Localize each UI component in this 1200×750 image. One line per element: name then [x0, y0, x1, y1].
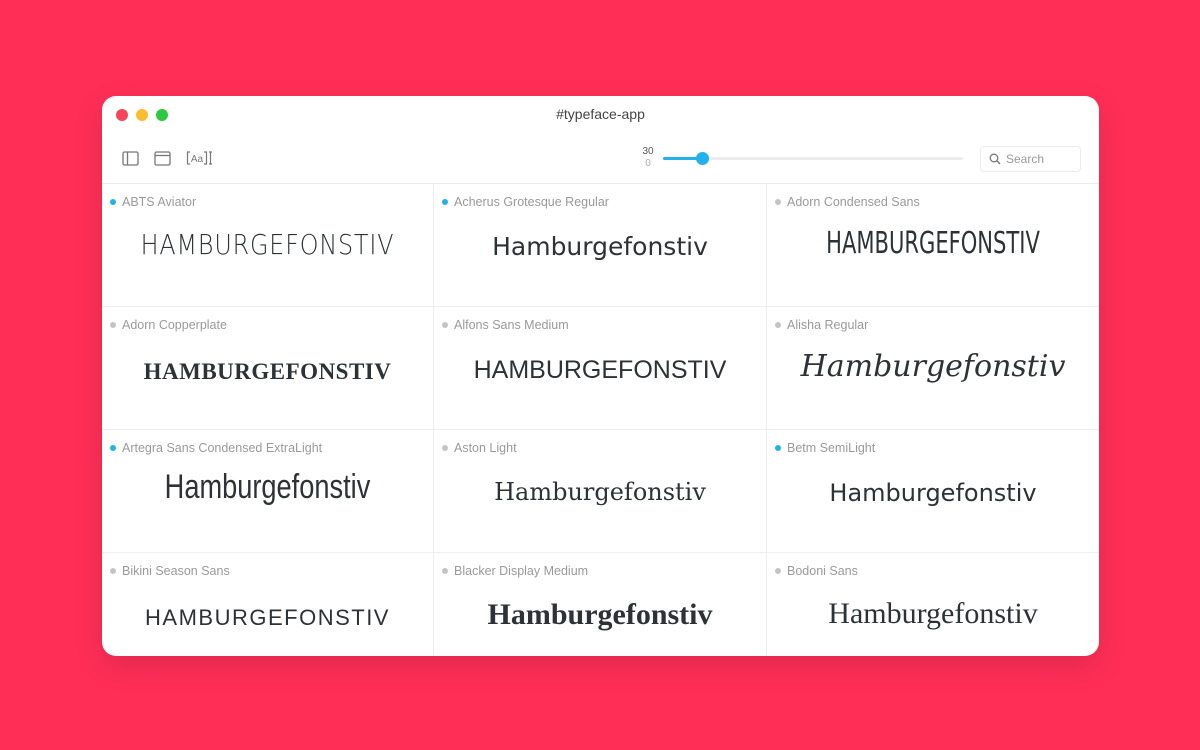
font-sample: Hamburgefonstiv	[829, 479, 1037, 507]
font-card[interactable]: Acherus Grotesque Regular Hamburgefonstiv	[434, 184, 767, 307]
inactive-dot-icon	[775, 322, 781, 328]
inactive-dot-icon	[442, 322, 448, 328]
window-icon[interactable]	[154, 150, 172, 166]
font-card[interactable]: Alisha Regular Hamburgefonstiv	[767, 307, 1099, 430]
font-sample: HAMBURGEFONSTIV	[143, 359, 392, 384]
font-name-label: Bikini Season Sans	[122, 564, 230, 578]
font-grid: ABTS Aviator HAMBURGEFONSTIV Acherus Grote…	[102, 184, 1099, 656]
slider-value-label: 30	[642, 146, 654, 157]
search-input[interactable]	[1006, 152, 1066, 166]
font-name-label: Blacker Display Medium	[454, 564, 589, 578]
font-card[interactable]: Alfons Sans Medium HAMBURGEFONSTIV	[434, 307, 767, 430]
size-slider-group: 30 0	[637, 146, 963, 170]
inactive-dot-icon	[775, 568, 781, 574]
font-card[interactable]: Bodoni Sans Hamburgefonstiv	[767, 553, 1099, 656]
font-sample: HAMBURGEFONSTIV	[473, 356, 727, 384]
font-name-label: Adorn Copperplate	[122, 318, 227, 332]
active-dot-icon	[442, 199, 448, 205]
font-name: Adorn Condensed Sans	[775, 195, 920, 209]
font-card[interactable]: Betm SemiLight Hamburgefonstiv	[767, 430, 1099, 553]
font-name-label: Betm SemiLight	[787, 441, 876, 455]
font-sample: Hamburgefonstiv	[487, 598, 713, 631]
font-card[interactable]: Aston Light Hamburgefonstiv	[434, 430, 767, 553]
font-sample: Hamburgefonstiv	[164, 468, 371, 506]
font-name-label: Acherus Grotesque Regular	[454, 195, 609, 209]
svg-text:Aa: Aa	[191, 154, 204, 165]
search-box[interactable]	[980, 146, 1081, 172]
inactive-dot-icon	[442, 568, 448, 574]
inactive-dot-icon	[775, 199, 781, 205]
font-card[interactable]: Adorn Copperplate HAMBURGEFONSTIV	[102, 307, 434, 430]
font-card[interactable]: ABTS Aviator HAMBURGEFONSTIV	[102, 184, 434, 307]
font-name: Bikini Season Sans	[110, 564, 230, 578]
toolbar: Aa	[122, 150, 214, 166]
app-window: #typeface-app Aa 30 0 Search ABTS Aviato…	[102, 96, 1099, 656]
font-name: Aston Light	[442, 441, 517, 455]
font-name: Artegra Sans Condensed ExtraLight	[110, 441, 323, 455]
text-size-icon[interactable]: Aa	[186, 150, 214, 166]
font-name: Alisha Regular	[775, 318, 869, 332]
font-name-label: Aston Light	[454, 441, 517, 455]
window-title: #typeface-app	[556, 106, 645, 122]
font-sample: Hamburgefonstiv	[800, 349, 1066, 384]
slider-min-label: 0	[645, 158, 651, 169]
inactive-dot-icon	[110, 568, 116, 574]
font-name-label: Artegra Sans Condensed ExtraLight	[122, 441, 323, 455]
font-sample: HAMBURGEFONSTIV	[826, 226, 1040, 261]
slider-thumb[interactable]	[696, 151, 709, 165]
font-card[interactable]: Adorn Condensed Sans HAMBURGEFONSTIV	[767, 184, 1099, 307]
font-card[interactable]: Bikini Season Sans HAMBURGEFONSTIV	[102, 553, 434, 656]
active-dot-icon	[775, 445, 781, 451]
inactive-dot-icon	[442, 445, 448, 451]
font-sample: Hamburgefonstiv	[494, 478, 706, 506]
font-name: ABTS Aviator	[110, 195, 197, 209]
size-slider[interactable]	[663, 151, 963, 165]
font-name: Adorn Copperplate	[110, 318, 227, 332]
font-name: Bodoni Sans	[775, 564, 858, 578]
sidebar-icon[interactable]	[122, 150, 140, 166]
font-name-label: Alisha Regular	[787, 318, 869, 332]
font-sample: Hamburgefonstiv	[828, 597, 1038, 630]
inactive-dot-icon	[110, 322, 116, 328]
font-sample: HAMBURGEFONSTIV	[140, 228, 395, 261]
active-dot-icon	[110, 445, 116, 451]
slider-labels: 30 0	[637, 146, 659, 170]
font-name: Betm SemiLight	[775, 441, 876, 455]
font-card[interactable]: Artegra Sans Condensed ExtraLight Hamburg…	[102, 430, 434, 553]
active-dot-icon	[110, 199, 116, 205]
font-name-label: Adorn Condensed Sans	[787, 195, 920, 209]
font-card[interactable]: Blacker Display Medium Hamburgefonstiv	[434, 553, 767, 656]
font-name-label: Bodoni Sans	[787, 564, 858, 578]
title-bar: #typeface-app Aa 30 0	[102, 96, 1099, 184]
font-name-label: ABTS Aviator	[122, 195, 197, 209]
font-name: Acherus Grotesque Regular	[442, 195, 609, 209]
font-name: Blacker Display Medium	[442, 564, 589, 578]
font-name-label: Alfons Sans Medium	[454, 318, 569, 332]
font-sample: Hamburgefonstiv	[492, 232, 708, 261]
font-name: Alfons Sans Medium	[442, 318, 569, 332]
search-icon	[989, 153, 1001, 165]
font-sample: HAMBURGEFONSTIV	[145, 605, 390, 630]
